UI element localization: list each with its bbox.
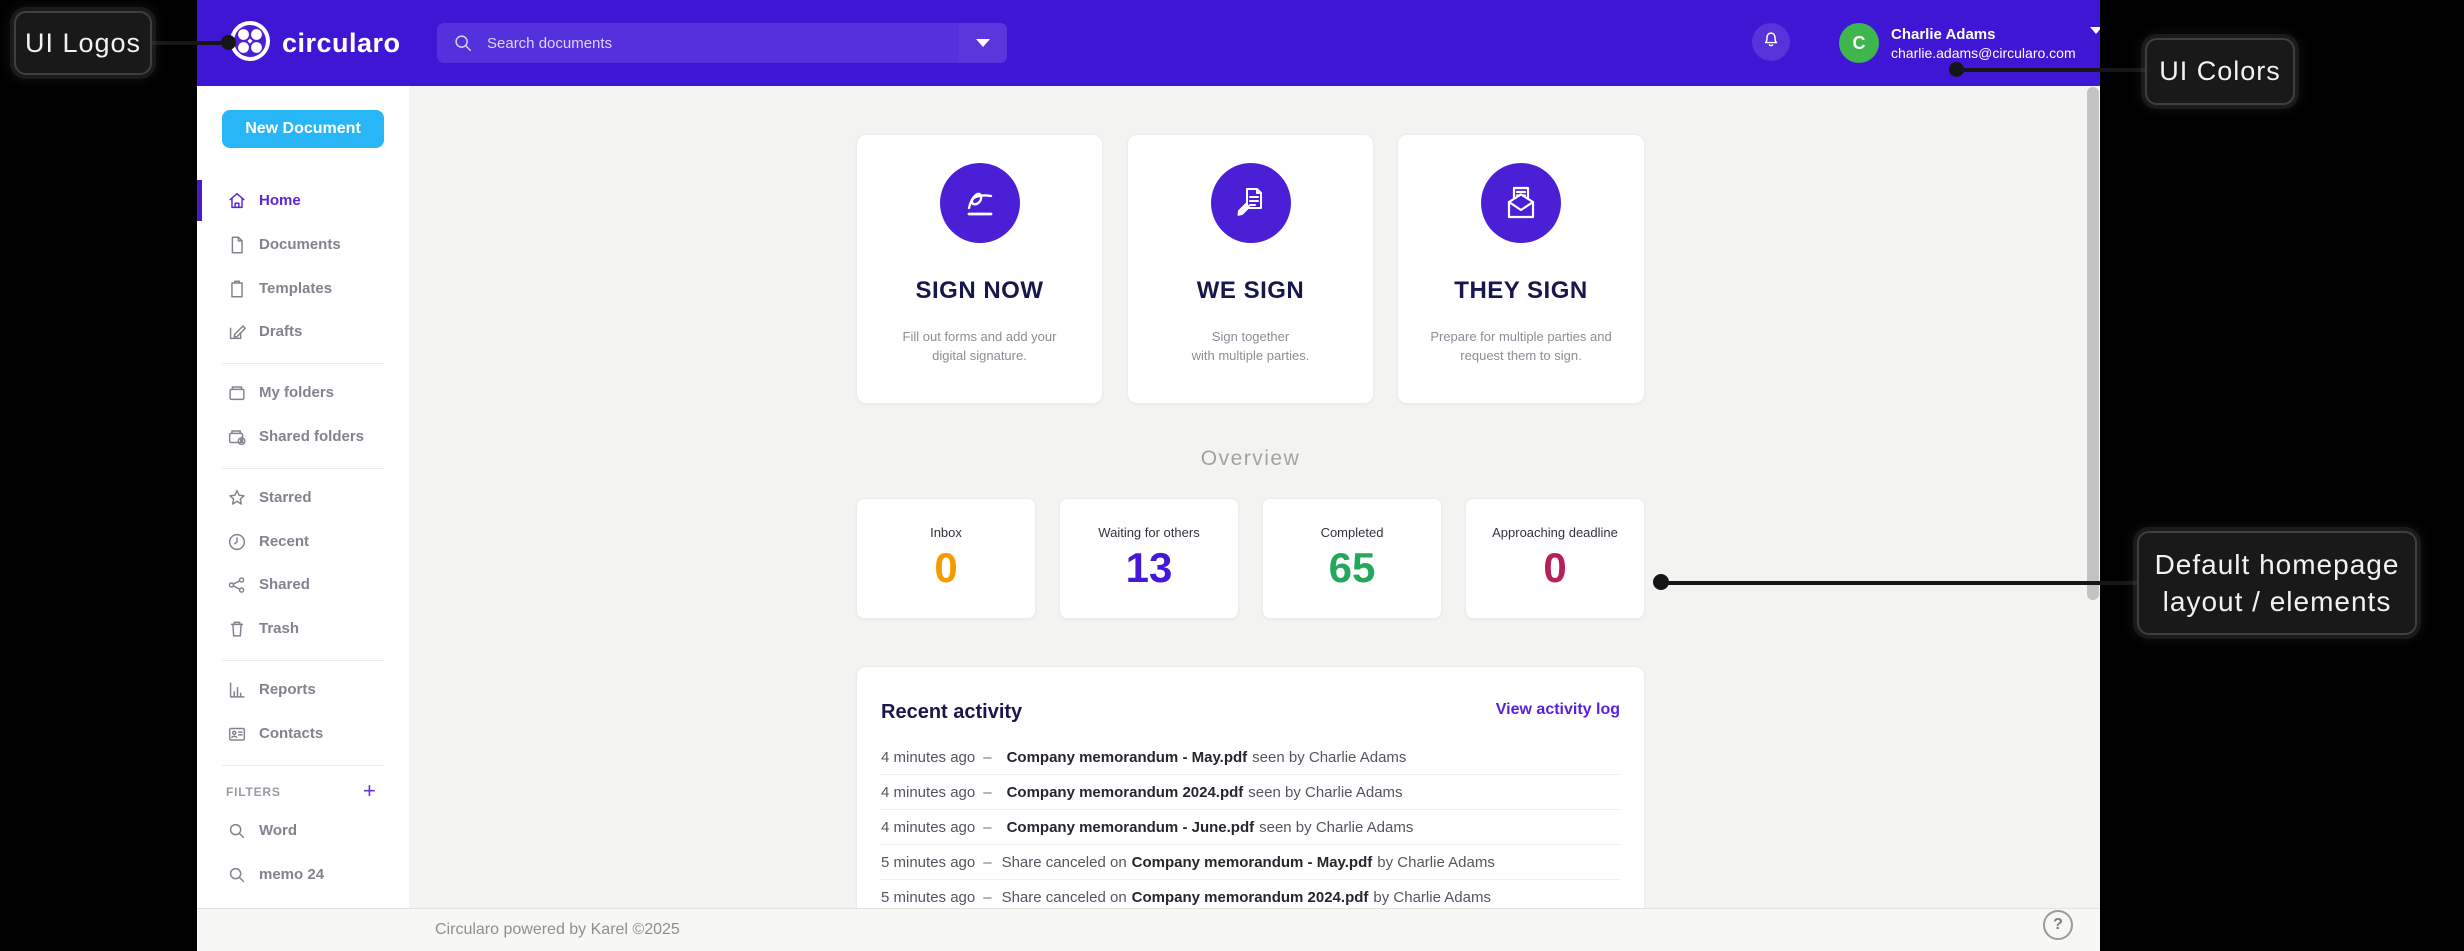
card-title: WE SIGN xyxy=(1196,277,1305,304)
card-title: THEY SIGN xyxy=(1454,277,1588,304)
sidebar-divider xyxy=(222,468,384,469)
screenshot-stage: circularo Search documents C Charlie Ada… xyxy=(0,0,2464,951)
sidebar-item-trash[interactable]: Trash xyxy=(197,608,409,649)
user-name: Charlie Adams xyxy=(1891,25,1996,43)
recent-activity-panel: Recent activity View activity log 4 minu… xyxy=(856,666,1645,915)
footer-copyright: Circularo powered by Karel ©2025 xyxy=(435,921,680,938)
search-icon xyxy=(452,32,474,59)
annotation-ui-colors: UI Colors xyxy=(2145,38,2295,105)
sidebar-divider xyxy=(222,363,384,364)
sidebar-item-shared-folders[interactable]: Shared folders xyxy=(197,416,409,457)
annotation-dot xyxy=(1949,62,1964,77)
sidebar-item-documents[interactable]: Documents xyxy=(197,224,409,265)
stat-tile-completed[interactable]: Completed 65 xyxy=(1262,498,1442,619)
question-mark-icon: ? xyxy=(2053,916,2063,933)
stat-value: 13 xyxy=(1125,544,1173,591)
reports-icon xyxy=(226,679,248,701)
add-filter-button[interactable]: + xyxy=(363,778,376,804)
document-icon xyxy=(226,234,248,256)
card-description: Fill out forms and add your digital sign… xyxy=(902,329,1057,363)
contacts-icon xyxy=(226,723,248,745)
shared-folder-icon xyxy=(226,426,248,448)
sidebar-item-starred[interactable]: Starred xyxy=(197,477,409,518)
filters-section-header: FILTERS + xyxy=(197,778,409,803)
annotation-ui-logos: UI Logos xyxy=(14,11,152,75)
activity-row[interactable]: 4 minutes ago – Company memorandum - May.p… xyxy=(881,740,1620,775)
clock-icon xyxy=(226,531,248,553)
sidebar-divider xyxy=(222,765,384,766)
recent-activity-title: Recent activity xyxy=(881,701,1023,723)
annotation-dot xyxy=(221,35,236,50)
user-info: Charlie Adams charlie.adams@circularo.co… xyxy=(1891,25,2076,62)
stat-tile-deadline[interactable]: Approaching deadline 0 xyxy=(1465,498,1645,619)
sidebar-item-shared[interactable]: Shared xyxy=(197,564,409,605)
home-icon xyxy=(226,190,248,212)
annotation-connector-line xyxy=(1960,68,2147,72)
sidebar: New Document Home Documents Templates Dr… xyxy=(197,86,409,908)
activity-row[interactable]: 4 minutes ago – Company memorandum 2024.pd… xyxy=(881,775,1620,810)
search-input[interactable] xyxy=(487,23,947,63)
sidebar-item-my-folders[interactable]: My folders xyxy=(197,372,409,413)
sidebar-item-filter-memo24[interactable]: memo 24 xyxy=(197,854,409,895)
sidebar-item-filter-word[interactable]: Word xyxy=(197,810,409,851)
brand-name: circularo xyxy=(282,27,401,58)
chevron-down-icon xyxy=(2089,27,2100,52)
user-email: charlie.adams@circularo.com xyxy=(1891,44,2076,61)
notifications-button[interactable] xyxy=(1752,23,1790,61)
search-icon xyxy=(226,820,248,842)
they-sign-card[interactable]: THEY SIGN Prepare for multiple parties a… xyxy=(1397,134,1645,404)
card-title: SIGN NOW xyxy=(915,277,1044,304)
stat-tile-waiting[interactable]: Waiting for others 13 xyxy=(1059,498,1239,619)
stat-tile-inbox[interactable]: Inbox 0 xyxy=(856,498,1036,619)
template-icon xyxy=(226,278,248,300)
app-header: circularo Search documents C Charlie Ada… xyxy=(197,0,2100,86)
sidebar-item-recent[interactable]: Recent xyxy=(197,521,409,562)
annotation-connector-line xyxy=(1666,581,2139,585)
folder-icon xyxy=(226,382,248,404)
activity-row[interactable]: 4 minutes ago – Company memorandum - June.… xyxy=(881,810,1620,845)
search-scope-dropdown[interactable] xyxy=(959,23,1007,63)
annotation-connector-line xyxy=(150,41,230,45)
sidebar-item-contacts[interactable]: Contacts xyxy=(197,713,409,754)
activity-list: 4 minutes ago – Company memorandum - May.p… xyxy=(881,740,1620,915)
signature-icon xyxy=(939,163,1020,243)
overview-heading: Overview xyxy=(1200,447,1301,470)
bell-icon xyxy=(1760,29,1782,56)
card-description: Sign together with multiple parties. xyxy=(1191,329,1310,363)
activity-row[interactable]: 5 minutes ago – Share canceled on Company m… xyxy=(881,845,1620,880)
circularo-app-window: circularo Search documents C Charlie Ada… xyxy=(197,0,2100,951)
sidebar-item-drafts[interactable]: Drafts xyxy=(197,311,409,352)
card-description: Prepare for multiple parties and request… xyxy=(1430,329,1612,363)
sidebar-divider xyxy=(222,660,384,661)
stat-value: 65 xyxy=(1328,544,1376,591)
document-pen-icon xyxy=(1210,163,1291,243)
app-footer: Circularo powered by Karel ©2025 xyxy=(197,908,2100,951)
chevron-down-icon xyxy=(976,39,990,47)
new-document-button[interactable]: New Document xyxy=(222,110,384,148)
drafts-icon xyxy=(226,321,248,343)
user-avatar[interactable]: C xyxy=(1839,23,1879,63)
stat-value: 0 xyxy=(934,544,958,591)
search-bar xyxy=(437,23,1007,63)
we-sign-card[interactable]: WE SIGN Sign together with multiple part… xyxy=(1127,134,1374,404)
sidebar-item-home[interactable]: Home xyxy=(197,180,409,221)
user-menu[interactable]: C Charlie Adams charlie.adams@circularo.… xyxy=(1839,23,2100,63)
annotation-default-homepage: Default homepage layout / elements xyxy=(2137,531,2417,635)
trash-icon xyxy=(226,618,248,640)
brand-logo[interactable]: circularo xyxy=(228,20,401,65)
envelope-letter-icon xyxy=(1481,163,1561,243)
sidebar-item-templates[interactable]: Templates xyxy=(197,268,409,309)
view-activity-log-link[interactable]: View activity log xyxy=(1496,701,1620,724)
stat-value: 0 xyxy=(1543,544,1567,591)
vertical-scrollbar[interactable] xyxy=(2087,87,2099,600)
help-button[interactable]: ? xyxy=(2043,910,2073,940)
share-icon xyxy=(226,574,248,596)
sign-now-card[interactable]: SIGN NOW Fill out forms and add your dig… xyxy=(856,134,1103,404)
sidebar-item-reports[interactable]: Reports xyxy=(197,669,409,710)
search-icon xyxy=(226,864,248,886)
filters-title: FILTERS xyxy=(226,785,281,799)
star-icon xyxy=(226,487,248,509)
annotation-dot xyxy=(1653,574,1669,590)
